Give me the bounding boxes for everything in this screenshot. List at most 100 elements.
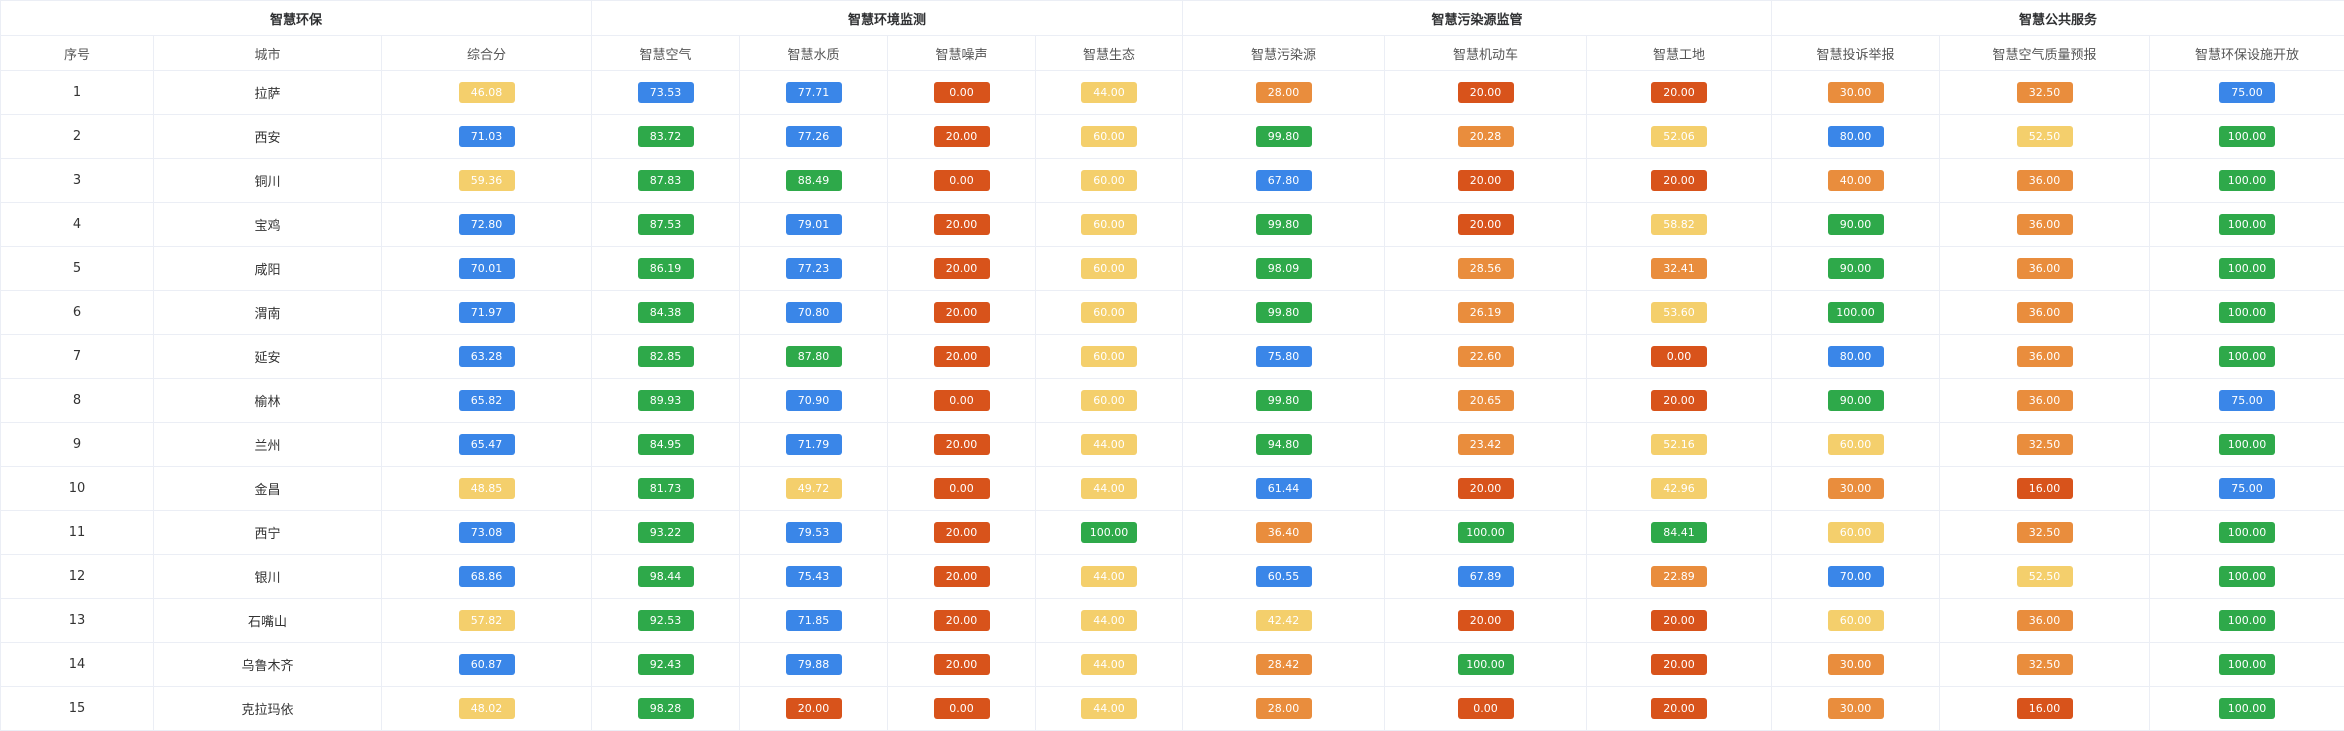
score-badge: 100.00 [2219, 346, 2275, 367]
score-badge: 70.90 [786, 390, 842, 411]
smart-complaint-cell: 100.00 [1772, 291, 1940, 335]
smart-air-forecast-cell: 32.50 [1940, 511, 2150, 555]
score-badge: 36.40 [1256, 522, 1312, 543]
smart-pollution-source-cell: 99.80 [1183, 115, 1385, 159]
column-header-total-score: 综合分 [382, 36, 592, 71]
smart-complaint-cell: 60.00 [1772, 423, 1940, 467]
score-badge: 100.00 [2219, 654, 2275, 675]
score-badge: 57.82 [459, 610, 515, 631]
smart-air-forecast-cell: 36.00 [1940, 379, 2150, 423]
score-badge: 0.00 [934, 82, 990, 103]
score-badge: 86.19 [638, 258, 694, 279]
smart-pollution-source-cell: 98.09 [1183, 247, 1385, 291]
table-row: 9兰州65.4784.9571.7920.0044.0094.8023.4252… [1, 423, 2344, 467]
smart-air-forecast-cell: 32.50 [1940, 71, 2150, 115]
score-badge: 32.50 [2017, 434, 2073, 455]
score-badge: 42.42 [1256, 610, 1312, 631]
score-badge: 73.08 [459, 522, 515, 543]
score-badge: 59.36 [459, 170, 515, 191]
score-badge: 70.01 [459, 258, 515, 279]
smart-water-cell: 79.53 [740, 511, 888, 555]
smart-noise-cell: 20.00 [888, 511, 1036, 555]
score-badge: 20.00 [786, 698, 842, 719]
score-badge: 30.00 [1828, 82, 1884, 103]
score-badge: 60.00 [1828, 434, 1884, 455]
score-badge: 0.00 [934, 698, 990, 719]
city-cell: 乌鲁木齐 [154, 643, 382, 687]
city-cell: 西宁 [154, 511, 382, 555]
smart-noise-cell: 20.00 [888, 423, 1036, 467]
score-badge: 100.00 [2219, 170, 2275, 191]
smart-vehicle-cell: 20.00 [1385, 159, 1587, 203]
smart-ecology-cell: 44.00 [1036, 423, 1183, 467]
smart-noise-cell: 20.00 [888, 203, 1036, 247]
column-header-smart-air-forecast: 智慧空气质量预报 [1940, 36, 2150, 71]
smart-vehicle-cell: 20.00 [1385, 467, 1587, 511]
score-badge: 44.00 [1081, 566, 1137, 587]
column-header-smart-facility-open: 智慧环保设施开放 [2150, 36, 2344, 71]
smart-air-cell: 73.53 [592, 71, 740, 115]
city-cell: 拉萨 [154, 71, 382, 115]
smart-facility-open-cell: 75.00 [2150, 71, 2344, 115]
table-row: 11西宁73.0893.2279.5320.00100.0036.40100.0… [1, 511, 2344, 555]
table-header: 智慧环保 智慧环境监测 智慧污染源监管 智慧公共服务 序号城市综合分智慧空气智慧… [1, 1, 2344, 71]
column-header-row: 序号城市综合分智慧空气智慧水质智慧噪声智慧生态智慧污染源智慧机动车智慧工地智慧投… [1, 36, 2344, 71]
score-badge: 36.00 [2017, 610, 2073, 631]
score-badge: 92.43 [638, 654, 694, 675]
city-cell: 克拉玛依 [154, 687, 382, 731]
smart-pollution-source-cell: 99.80 [1183, 203, 1385, 247]
score-badge: 28.42 [1256, 654, 1312, 675]
smart-vehicle-cell: 20.00 [1385, 203, 1587, 247]
smart-air-cell: 83.72 [592, 115, 740, 159]
smart-water-cell: 20.00 [740, 687, 888, 731]
score-badge: 98.44 [638, 566, 694, 587]
smart-facility-open-cell: 100.00 [2150, 159, 2344, 203]
score-badge: 79.88 [786, 654, 842, 675]
score-badge: 44.00 [1081, 82, 1137, 103]
smart-ecology-cell: 44.00 [1036, 555, 1183, 599]
score-badge: 70.80 [786, 302, 842, 323]
smart-air-cell: 87.53 [592, 203, 740, 247]
row-index-cell: 7 [1, 335, 154, 379]
score-badge: 100.00 [2219, 126, 2275, 147]
score-badge: 61.44 [1256, 478, 1312, 499]
smart-construction-site-cell: 42.96 [1587, 467, 1772, 511]
score-badge: 30.00 [1828, 698, 1884, 719]
smart-air-cell: 86.19 [592, 247, 740, 291]
score-badge: 90.00 [1828, 214, 1884, 235]
score-badge: 52.50 [2017, 566, 2073, 587]
column-header-index: 序号 [1, 36, 154, 71]
smart-pollution-source-cell: 60.55 [1183, 555, 1385, 599]
column-header-smart-water: 智慧水质 [740, 36, 888, 71]
group-header-pollution-supervision: 智慧污染源监管 [1183, 1, 1772, 36]
smart-air-forecast-cell: 36.00 [1940, 291, 2150, 335]
score-badge: 77.71 [786, 82, 842, 103]
score-badge: 0.00 [934, 478, 990, 499]
smart-construction-site-cell: 0.00 [1587, 335, 1772, 379]
column-header-smart-complaint: 智慧投诉举报 [1772, 36, 1940, 71]
smart-ecology-cell: 44.00 [1036, 599, 1183, 643]
score-badge: 0.00 [1651, 346, 1707, 367]
smart-noise-cell: 0.00 [888, 159, 1036, 203]
score-badge: 99.80 [1256, 302, 1312, 323]
smart-pollution-source-cell: 61.44 [1183, 467, 1385, 511]
score-badge: 67.80 [1256, 170, 1312, 191]
score-badge: 80.00 [1828, 346, 1884, 367]
total-score-cell: 71.03 [382, 115, 592, 159]
smart-air-forecast-cell: 16.00 [1940, 687, 2150, 731]
score-badge: 84.38 [638, 302, 694, 323]
row-index-cell: 8 [1, 379, 154, 423]
smart-complaint-cell: 30.00 [1772, 467, 1940, 511]
city-cell: 西安 [154, 115, 382, 159]
score-badge: 42.96 [1651, 478, 1707, 499]
smart-construction-site-cell: 20.00 [1587, 643, 1772, 687]
score-badge: 60.00 [1081, 258, 1137, 279]
score-badge: 48.85 [459, 478, 515, 499]
score-badge: 20.00 [934, 346, 990, 367]
total-score-cell: 65.82 [382, 379, 592, 423]
smart-facility-open-cell: 100.00 [2150, 335, 2344, 379]
smart-construction-site-cell: 58.82 [1587, 203, 1772, 247]
smart-facility-open-cell: 100.00 [2150, 115, 2344, 159]
smart-construction-site-cell: 52.16 [1587, 423, 1772, 467]
score-badge: 32.50 [2017, 82, 2073, 103]
